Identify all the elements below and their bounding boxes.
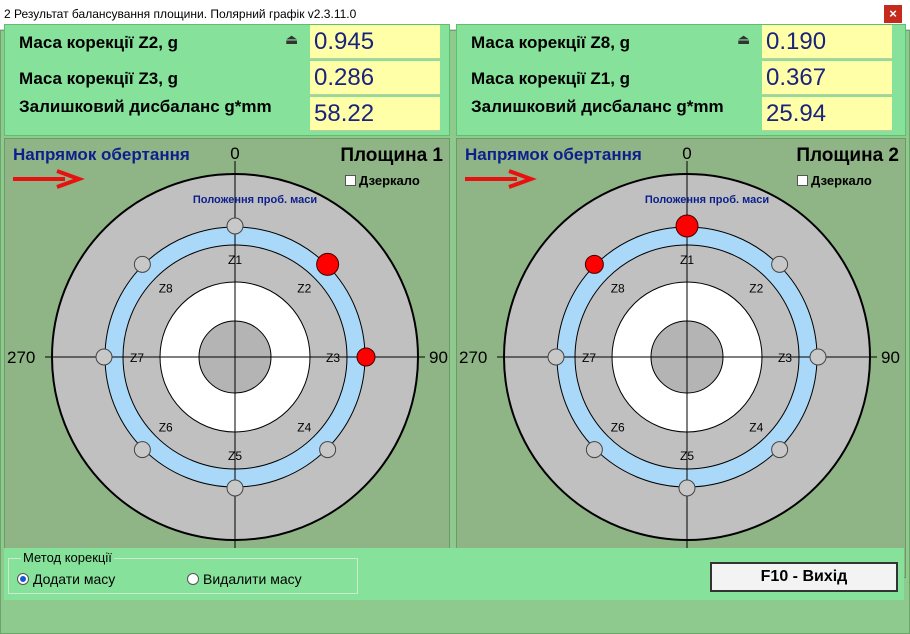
checkbox-icon[interactable] bbox=[797, 175, 808, 186]
plane1-correction-mark-0 bbox=[316, 252, 340, 276]
radio-unselected-icon[interactable] bbox=[187, 573, 199, 585]
radio-add-mass[interactable]: Додати масу bbox=[17, 571, 115, 587]
plane1-residual-value: 58.22 bbox=[310, 97, 440, 131]
plane1-results-panel: Маса корекції Z2, g ⏏ 0.945 Маса корекці… bbox=[4, 24, 450, 136]
plane1-residual-row: Залишковий дисбаланс g*mm 58.22 bbox=[5, 97, 451, 131]
plane1-zone-hole-z4 bbox=[319, 441, 337, 459]
plane2-angle-90: 90 bbox=[881, 348, 900, 367]
plane2-correction-mark-0 bbox=[675, 214, 699, 238]
plane2-zone-hole-z2 bbox=[771, 255, 789, 273]
plane1-zone-label-z1: Z1 bbox=[228, 253, 242, 267]
plane1-mass-row-2: Маса корекції Z3, g 0.286 bbox=[5, 61, 451, 95]
plane2-zone-label-z7: Z7 bbox=[582, 351, 596, 365]
plane2-results-panel: Маса корекції Z8, g ⏏ 0.190 Маса корекці… bbox=[456, 24, 906, 136]
plane1-mirror-label: Дзеркало bbox=[359, 173, 420, 188]
plane1-mass-label-2: Маса корекції Z3, g bbox=[19, 69, 179, 88]
plane1-angle-0: 0 bbox=[230, 144, 239, 163]
plane1-mass-value-2: 0.286 bbox=[310, 61, 440, 95]
plane2-polar-panel: 018027090Положення проб. масиZ1Z2Z3Z4Z5Z… bbox=[456, 138, 906, 578]
radio-remove-mass[interactable]: Видалити масу bbox=[187, 571, 302, 587]
plane2-polar-diagram: 018027090Положення проб. масиZ1Z2Z3Z4Z5Z… bbox=[459, 144, 900, 575]
plane2-zone-hole-z6 bbox=[585, 441, 603, 459]
checkbox-icon[interactable] bbox=[345, 175, 356, 186]
plane2-title: Площина 2 bbox=[796, 145, 899, 166]
plane1-zone-label-z3: Z3 bbox=[326, 351, 340, 365]
plane1-zone-hole-z7 bbox=[95, 348, 113, 366]
plane1-mass-value-1: 0.945 bbox=[310, 25, 440, 59]
plane1-zone-hole-z8 bbox=[133, 255, 151, 273]
plane2-zone-hole-z3 bbox=[809, 348, 827, 366]
plane1-zone-label-z8: Z8 bbox=[159, 282, 173, 296]
plane1-zone-hole-z1 bbox=[226, 217, 244, 235]
plane2-rotation-label: Напрямок обертання bbox=[465, 145, 642, 164]
plane2-zone-hole-z5 bbox=[678, 479, 696, 497]
window-title: 2 Результат балансування площини. Полярн… bbox=[4, 7, 357, 21]
plane2-residual-row: Залишковий дисбаланс g*mm 25.94 bbox=[457, 97, 907, 131]
plane2-mass-label-2: Маса корекції Z1, g bbox=[471, 69, 631, 88]
plane2-residual-value: 25.94 bbox=[762, 97, 892, 131]
plane2-mass-value-2: 0.367 bbox=[762, 61, 892, 95]
plane1-zone-label-z2: Z2 bbox=[297, 282, 311, 296]
plane2-mirror-label: Дзеркало bbox=[811, 173, 872, 188]
plane2-mirror-checkbox[interactable]: Дзеркало bbox=[797, 173, 872, 188]
plane1-title: Площина 1 bbox=[340, 145, 443, 166]
plane1-correction-mark-1 bbox=[356, 347, 376, 367]
plane2-zone-label-z2: Z2 bbox=[749, 282, 763, 296]
radio-remove-mass-label: Видалити масу bbox=[203, 571, 302, 587]
plane1-angle-90: 90 bbox=[429, 348, 448, 367]
plane2-mass-row-1: Маса корекції Z8, g ⏏ 0.190 bbox=[457, 25, 907, 59]
plane2-zone-label-z8: Z8 bbox=[611, 282, 625, 296]
plane1-rotation-label: Напрямок обертання bbox=[13, 145, 190, 164]
plane1-zone-label-z7: Z7 bbox=[130, 351, 144, 365]
correction-method-title: Метод корекції bbox=[21, 550, 114, 565]
plane1-mass-row-1: Маса корекції Z2, g ⏏ 0.945 bbox=[5, 25, 451, 59]
plane2-zone-label-z1: Z1 bbox=[680, 253, 694, 267]
plane2-mass-label-1: Маса корекції Z8, g bbox=[471, 33, 631, 52]
close-icon[interactable]: × bbox=[884, 5, 902, 23]
plane1-polar-panel: 018027090Положення проб. масиZ1Z2Z3Z4Z5Z… bbox=[4, 138, 450, 578]
scale-icon[interactable]: ⏏ bbox=[285, 31, 298, 48]
plane2-zone-hole-z7 bbox=[547, 348, 565, 366]
plane2-zone-label-z4: Z4 bbox=[749, 420, 763, 434]
plane2-mass-value-1: 0.190 bbox=[762, 25, 892, 59]
plane2-zone-label-z5: Z5 bbox=[680, 449, 694, 463]
plane1-mirror-checkbox[interactable]: Дзеркало bbox=[345, 173, 420, 188]
plane2-correction-mark-1 bbox=[584, 254, 604, 274]
plane1-zone-label-z5: Z5 bbox=[228, 449, 242, 463]
plane1-residual-label: Залишковий дисбаланс g*mm bbox=[19, 97, 272, 116]
plane1-mass-label-1: Маса корекції Z2, g bbox=[19, 33, 179, 52]
plane1-zone-hole-z6 bbox=[133, 441, 151, 459]
plane2-angle-270: 270 bbox=[459, 348, 487, 367]
correction-method-group: Метод корекції Додати масу Видалити масу bbox=[8, 550, 358, 594]
plane2-probe-label: Положення проб. маси bbox=[645, 194, 769, 206]
plane2-residual-label: Залишковий дисбаланс g*mm bbox=[471, 97, 724, 116]
plane2-zone-label-z6: Z6 bbox=[611, 420, 625, 434]
plane1-probe-label: Положення проб. маси bbox=[193, 194, 317, 206]
plane2-zone-label-z3: Z3 bbox=[778, 351, 792, 365]
plane2-zone-hole-z4 bbox=[771, 441, 789, 459]
plane1-zone-label-z6: Z6 bbox=[159, 420, 173, 434]
plane1-angle-270: 270 bbox=[7, 348, 35, 367]
plane1-polar-diagram: 018027090Положення проб. масиZ1Z2Z3Z4Z5Z… bbox=[7, 144, 448, 575]
plane1-zone-label-z4: Z4 bbox=[297, 420, 311, 434]
plane2-mass-row-2: Маса корекції Z1, g 0.367 bbox=[457, 61, 907, 95]
plane2-angle-0: 0 bbox=[682, 144, 691, 163]
radio-selected-icon[interactable] bbox=[17, 573, 29, 585]
scale-icon[interactable]: ⏏ bbox=[737, 31, 750, 48]
plane1-zone-hole-z5 bbox=[226, 479, 244, 497]
radio-add-mass-label: Додати масу bbox=[33, 571, 116, 587]
exit-button[interactable]: F10 - Вихід bbox=[710, 562, 898, 592]
